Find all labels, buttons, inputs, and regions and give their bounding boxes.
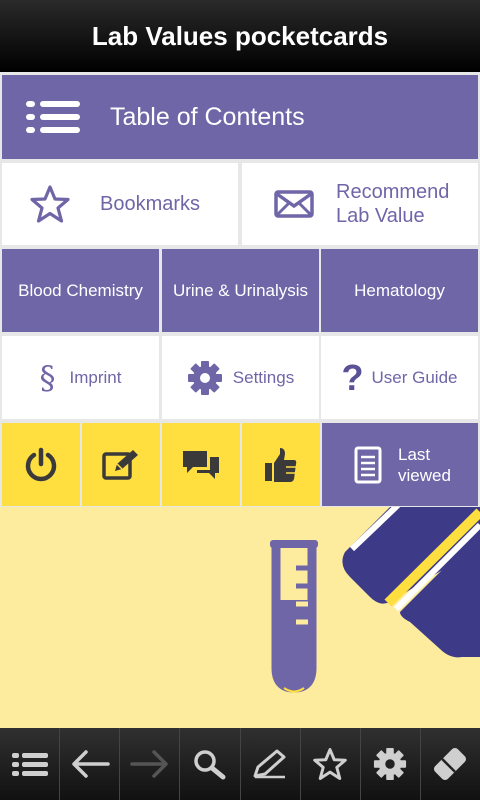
list-icon: [11, 753, 48, 776]
envelope-icon: [274, 190, 314, 218]
last-viewed-button[interactable]: Last viewed: [322, 423, 478, 506]
rate-button[interactable]: [242, 423, 320, 506]
bookmarks-label: Bookmarks: [100, 192, 201, 215]
list-icon: [26, 101, 80, 133]
toolbar-notes-button[interactable]: [241, 728, 301, 800]
toolbar-settings-button[interactable]: [361, 728, 421, 800]
category-label: Blood Chemistry: [18, 280, 143, 300]
question-mark-icon: ?: [341, 356, 364, 398]
category-urine-urinalysis[interactable]: Urine & Urinalysis: [162, 249, 319, 332]
bottom-toolbar: [0, 728, 480, 800]
toolbar-eraser-button[interactable]: [421, 728, 480, 800]
power-icon: [25, 447, 57, 481]
settings-button[interactable]: Settings: [162, 336, 319, 419]
chat-icon: [183, 450, 219, 479]
table-of-contents-button[interactable]: Table of Contents: [2, 75, 478, 159]
last-viewed-line2: viewed: [398, 465, 451, 485]
gear-icon: [374, 747, 407, 781]
toc-label: Table of Contents: [110, 102, 305, 131]
back-arrow-icon: [71, 750, 110, 778]
power-button[interactable]: [2, 423, 80, 506]
forward-arrow-icon: [130, 750, 168, 778]
user-guide-label: User Guide: [371, 367, 458, 387]
thumbs-up-icon: [265, 447, 297, 482]
toolbar-forward-button[interactable]: [120, 728, 181, 800]
edit-note-icon: [102, 449, 138, 480]
recommend-label-line1: Recommend: [336, 181, 450, 203]
document-icon: [354, 446, 382, 483]
bookmarks-button[interactable]: Bookmarks: [2, 163, 238, 245]
settings-label: Settings: [232, 367, 295, 387]
eraser-icon: [434, 747, 467, 781]
app-title: Lab Values pocketcards: [91, 20, 389, 51]
recommend-lab-value-button[interactable]: Recommend Lab Value: [242, 163, 478, 245]
eraser-illustration: [342, 507, 480, 658]
last-viewed-line1: Last: [398, 444, 431, 464]
notes-button[interactable]: [82, 423, 160, 506]
toolbar-bookmarks-button[interactable]: [301, 728, 361, 800]
category-label: Urine & Urinalysis: [172, 280, 309, 300]
star-icon: [313, 748, 347, 780]
recommend-label-line2: Lab Value: [336, 205, 425, 227]
category-hematology[interactable]: Hematology: [321, 249, 478, 332]
toolbar-search-button[interactable]: [180, 728, 241, 800]
section-sign-icon: §: [39, 358, 56, 397]
category-label: Hematology: [354, 280, 445, 300]
user-guide-button[interactable]: ? User Guide: [321, 336, 478, 419]
gear-icon: [187, 360, 222, 395]
test-tube-illustration: [270, 507, 480, 693]
category-blood-chemistry[interactable]: Blood Chemistry: [2, 249, 159, 332]
search-icon: [194, 750, 226, 780]
toolbar-contents-button[interactable]: [0, 728, 61, 800]
pencil-icon: [253, 749, 286, 779]
app-title-bar: Lab Values pocketcards: [0, 0, 480, 72]
star-icon: [30, 185, 70, 223]
feedback-button[interactable]: [162, 423, 240, 506]
background-illustration: [0, 507, 480, 729]
toolbar-back-button[interactable]: [60, 728, 121, 800]
imprint-label: Imprint: [69, 367, 122, 387]
imprint-button[interactable]: § Imprint: [2, 336, 159, 419]
